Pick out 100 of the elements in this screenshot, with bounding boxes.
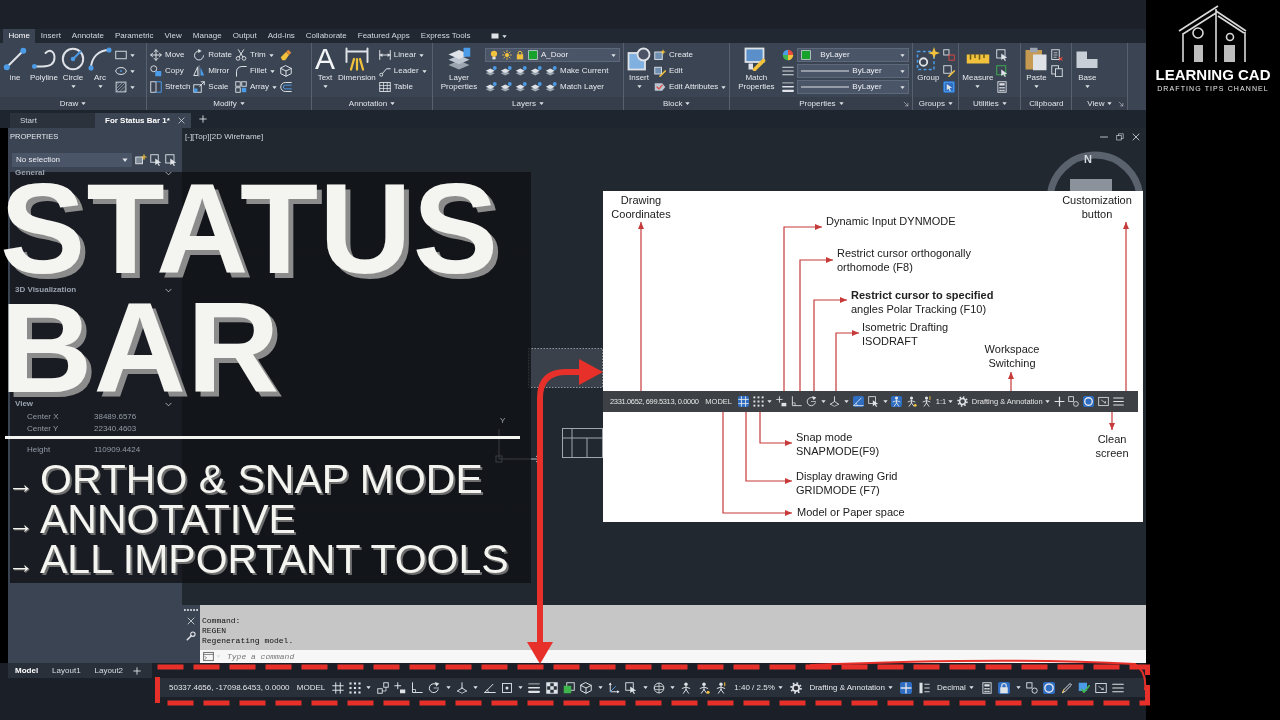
select-all-icon[interactable] [996,65,1009,77]
restore-icon[interactable] [1116,132,1124,141]
plus-icon[interactable] [133,666,142,675]
pickadd-icon[interactable] [135,154,147,166]
layout-tab[interactable]: Layout2 [87,666,131,675]
close-icon[interactable] [187,617,195,625]
line-weights-icon[interactable] [782,81,795,93]
caret-icon[interactable] [767,399,773,404]
panel-toggle-icon[interactable] [489,32,500,40]
angle-icon[interactable] [483,681,496,694]
ribbon-button[interactable]: Create [654,48,727,62]
figure-icon[interactable] [697,681,710,694]
ribbon-button[interactable]: Mirror [193,64,232,78]
eraser-icon[interactable] [280,49,293,61]
cursor-box-icon[interactable] [776,396,788,407]
cube-icon[interactable] [280,65,293,77]
check-icon[interactable] [1077,681,1090,694]
checkerboard-icon[interactable] [545,681,558,694]
axes-icon[interactable] [607,681,620,694]
isometric-axes-icon[interactable] [456,681,468,694]
layer-stack-icon[interactable] [500,65,512,77]
gear-icon[interactable] [957,396,968,407]
plus-icon[interactable] [900,681,913,694]
cursor-box-icon[interactable] [393,681,406,694]
grid-icon[interactable] [737,396,749,407]
bars-icon[interactable] [917,681,930,694]
file-tab[interactable]: Start [10,113,95,128]
dot-grid-icon[interactable] [752,396,764,407]
gear-icon[interactable] [790,681,803,694]
ribbon-button[interactable]: Group [916,46,941,82]
ribbon-button[interactable]: Make Current [545,64,609,78]
viewport-controls-label[interactable]: [-][Top][2D Wireframe] [185,132,264,141]
corner-squares-icon[interactable] [376,681,389,694]
right-angle-icon[interactable] [411,681,424,694]
ribbon-button[interactable]: Paste [1024,46,1049,89]
ribbon-button[interactable]: Leader [378,64,427,78]
close-icon[interactable] [1132,132,1140,141]
layout-tab[interactable]: Layout1 [45,666,88,675]
square-snap-icon[interactable] [500,681,513,694]
offset-icon[interactable] [280,81,293,93]
caret-icon[interactable] [130,84,135,90]
circular-arrow-icon[interactable] [428,681,441,694]
selection-box-icon[interactable] [625,681,638,694]
ribbon-tab[interactable]: View [159,29,188,43]
globe-icon[interactable] [652,681,665,694]
grid-icon[interactable] [331,681,344,694]
layer-stack-icon[interactable] [485,81,497,93]
ring-icon[interactable] [1043,681,1056,694]
ribbon-tab[interactable]: Output [227,29,263,43]
pencil-icon[interactable] [1060,681,1073,694]
panel-title-button[interactable]: Properties [799,99,844,108]
ribbon-button[interactable]: Insert [627,46,651,89]
selection-box-icon[interactable] [867,396,879,407]
shapes-icon[interactable] [1026,681,1038,694]
ribbon-button[interactable]: Polyline [30,46,58,82]
caret-icon[interactable] [366,685,372,690]
caret-icon[interactable] [445,685,451,690]
cut-icon[interactable] [1051,49,1064,61]
layer-stack-icon[interactable] [500,81,512,93]
ribbon-tab[interactable]: Home [3,29,36,43]
dot-grid-icon[interactable] [348,681,361,694]
ribbon-tab[interactable]: Annotate [66,29,110,43]
ribbon-button[interactable]: Arc [88,46,112,89]
compass-label[interactable]: N [1084,154,1092,165]
ribbon-tab[interactable]: Insert [35,29,67,43]
circular-arrow-icon[interactable] [805,396,817,407]
color-wheel-icon[interactable] [782,49,795,61]
ribbon-button[interactable]: Table [378,80,427,94]
figure-icon[interactable] [891,396,903,407]
caret-icon[interactable] [1015,685,1021,690]
figure-icon[interactable] [680,681,693,694]
cube-icon[interactable] [580,681,593,694]
panel-title-button[interactable]: Layers [512,99,544,108]
linetype-icon[interactable] [782,65,795,77]
ribbon-button[interactable]: Move [150,48,191,62]
figure-icon[interactable] [921,396,932,407]
layer-stack-icon[interactable] [485,65,497,77]
ribbon-button[interactable]: Match Layer [545,80,605,94]
model-space-button[interactable]: MODEL [296,683,326,692]
ribbon-tab[interactable]: Add-ins [262,29,301,43]
hatch-icon[interactable] [115,81,127,93]
angle-icon[interactable] [853,396,864,407]
ring-icon[interactable] [1083,396,1095,407]
ribbon-button[interactable]: Dimension [338,46,376,82]
panel-title-button[interactable]: Modify [213,99,245,108]
copy-clip-icon[interactable] [1051,65,1064,77]
selection-dropdown[interactable]: No selection [12,153,132,167]
ribbon-button[interactable]: ine [3,46,27,82]
ribbon-button[interactable]: Layer Properties [436,46,482,91]
ribbon-tab[interactable]: Parametric [109,29,160,43]
ribbon-button[interactable]: Rotate [193,48,232,62]
ribbon-button[interactable]: Array [234,80,278,94]
ribbon-button[interactable]: Linear [378,48,427,62]
select-objects-icon[interactable] [150,154,162,166]
caret-icon[interactable] [473,685,479,690]
ungroup-icon[interactable] [943,49,956,61]
ribbon-button[interactable]: A Text [315,46,335,89]
group-edit-icon[interactable] [943,65,956,77]
ribbon-button[interactable]: Edit [654,64,727,78]
rectangle-icon[interactable] [115,49,127,61]
